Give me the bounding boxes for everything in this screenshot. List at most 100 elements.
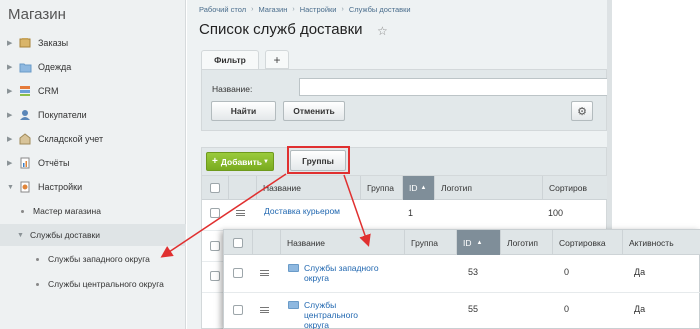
row-checkbox[interactable] — [210, 241, 220, 251]
table-row[interactable]: Службы центрального округа 55 0 Да — [224, 293, 700, 329]
bullet-icon — [36, 257, 39, 261]
zoomed-grid: Название Группа ID ▲ Логотип Сортировка … — [223, 229, 700, 329]
expand-arrow-icon[interactable]: ▶ — [7, 63, 15, 71]
sidebar-item-clothing[interactable]: ▶ Одежда — [0, 56, 186, 78]
sidebar-item-reports[interactable]: ▶ Отчёты — [0, 152, 186, 174]
column-logo[interactable]: Логотип — [434, 176, 542, 200]
column-sort[interactable]: Сортиров — [542, 176, 608, 200]
collapse-arrow-icon[interactable]: ▼ — [17, 232, 25, 239]
sidebar-item-orders[interactable]: ▶ Заказы — [0, 32, 186, 54]
column-sort[interactable]: Сортировка — [552, 230, 622, 255]
sidebar-item-label: Службы западного округа — [48, 254, 150, 264]
plus-icon: + — [212, 156, 218, 167]
column-active[interactable]: Активность — [622, 230, 700, 255]
sidebar-item-label: Службы центрального округа — [48, 279, 164, 289]
collapse-arrow-icon[interactable]: ▼ — [7, 184, 15, 191]
grid-header: Название Группа ID ▲ Логотип Сортиров — [202, 176, 608, 200]
add-filter-button[interactable]: + — [265, 50, 289, 69]
table-row[interactable]: Службы западного округа 53 0 Да — [224, 256, 700, 293]
find-button[interactable]: Найти — [211, 101, 276, 121]
highlight-frame — [287, 146, 350, 174]
column-group[interactable]: Группа — [404, 230, 456, 255]
row-menu-icon[interactable] — [236, 210, 245, 216]
sidebar-item-label: Заказы — [38, 38, 69, 48]
column-name[interactable]: Название — [280, 230, 404, 255]
row-active: Да — [634, 267, 646, 277]
column-id[interactable]: ID ▲ — [456, 230, 500, 255]
chevron-right-icon: › — [292, 6, 295, 13]
expand-arrow-icon[interactable]: ▶ — [7, 135, 15, 143]
row-checkbox[interactable] — [210, 208, 220, 218]
column-menu-cell — [228, 176, 256, 200]
add-button[interactable]: + Добавить ▼ — [206, 152, 274, 171]
folder-icon — [288, 264, 299, 272]
cancel-button[interactable]: Отменить — [283, 101, 345, 121]
chevron-right-icon: › — [251, 6, 254, 13]
breadcrumb-link[interactable]: Службы доставки — [349, 5, 411, 14]
gear-icon[interactable]: ⚙ — [571, 101, 593, 121]
chevron-right-icon: › — [341, 6, 344, 13]
row-menu-icon[interactable] — [260, 307, 269, 313]
row-checkbox[interactable] — [233, 305, 243, 315]
column-name[interactable]: Название — [256, 176, 360, 200]
filter-tab[interactable]: Фильтр — [201, 50, 259, 69]
column-id[interactable]: ID ▲ — [402, 176, 434, 200]
row-menu-icon[interactable] — [260, 270, 269, 276]
sidebar-item-shop-wizard[interactable]: Мастер магазина — [0, 200, 186, 222]
sidebar-item-western-district[interactable]: Службы западного округа — [0, 248, 186, 270]
row-id: 1 — [408, 208, 414, 218]
row-sort: 100 — [548, 208, 564, 218]
crm-icon — [18, 85, 32, 97]
select-all-checkbox[interactable] — [224, 230, 252, 255]
breadcrumb-link[interactable]: Рабочий стол — [199, 5, 246, 14]
column-menu-cell — [252, 230, 280, 255]
expand-arrow-icon[interactable]: ▶ — [7, 87, 15, 95]
sidebar-item-label: CRM — [38, 86, 59, 96]
row-sort: 0 — [564, 267, 570, 277]
scrollbar[interactable] — [607, 0, 612, 229]
sidebar-item-settings[interactable]: ▼ Настройки — [0, 176, 186, 198]
breadcrumb-link[interactable]: Настройки — [300, 5, 337, 14]
row-checkbox[interactable] — [233, 268, 243, 278]
filter-panel: Название: — [201, 69, 608, 131]
select-all-checkbox[interactable] — [202, 176, 228, 200]
row-id: 55 — [468, 304, 479, 314]
sidebar-item-label: Покупатели — [38, 110, 87, 120]
bullet-icon — [21, 209, 24, 213]
bullet-icon — [36, 282, 39, 286]
star-icon[interactable]: ☆ — [377, 24, 388, 38]
sidebar-item-customers[interactable]: ▶ Покупатели — [0, 104, 186, 126]
row-name-link[interactable]: Службы западного округа — [304, 263, 384, 283]
reports-icon — [18, 157, 32, 169]
sidebar-item-central-district[interactable]: Службы центрального округа — [0, 273, 186, 295]
row-name-cell[interactable]: Службы центрального округа — [288, 300, 384, 329]
row-name-cell[interactable]: Службы западного округа — [288, 263, 384, 283]
folder-icon — [18, 61, 32, 73]
sidebar-item-label: Настройки — [38, 182, 83, 192]
sidebar-item-label: Службы доставки — [30, 230, 101, 240]
sidebar-item-label: Мастер магазина — [33, 206, 101, 216]
breadcrumb-link[interactable]: Магазин — [258, 5, 287, 14]
table-row[interactable]: Доставка курьером 1 100 — [202, 201, 608, 231]
sidebar-item-crm[interactable]: ▶ CRM — [0, 80, 186, 102]
page-title: Список служб доставки — [199, 21, 363, 38]
sidebar-item-delivery-services[interactable]: ▼ Службы доставки — [0, 224, 186, 246]
expand-arrow-icon[interactable]: ▶ — [7, 159, 15, 167]
expand-arrow-icon[interactable]: ▶ — [7, 39, 15, 47]
sidebar: Магазин ▶ Заказы ▶ Одежда ▶ CRM ▶ Покупа… — [0, 0, 186, 329]
sort-asc-icon: ▲ — [420, 185, 427, 191]
name-label: Название: — [212, 84, 253, 94]
sidebar-item-warehouse[interactable]: ▶ Складской учет — [0, 128, 186, 150]
row-name-link[interactable]: Службы центрального округа — [304, 300, 384, 329]
settings-icon — [18, 181, 32, 193]
expand-arrow-icon[interactable]: ▶ — [7, 111, 15, 119]
row-name-link[interactable]: Доставка курьером — [264, 206, 344, 216]
sidebar-title: Магазин — [8, 6, 66, 23]
column-logo[interactable]: Логотип — [500, 230, 552, 255]
column-id-label: ID — [463, 237, 472, 248]
name-input[interactable] — [299, 78, 608, 96]
row-id: 53 — [468, 267, 479, 277]
column-group[interactable]: Группа — [360, 176, 402, 200]
orders-icon — [18, 37, 32, 49]
row-checkbox[interactable] — [210, 271, 220, 281]
